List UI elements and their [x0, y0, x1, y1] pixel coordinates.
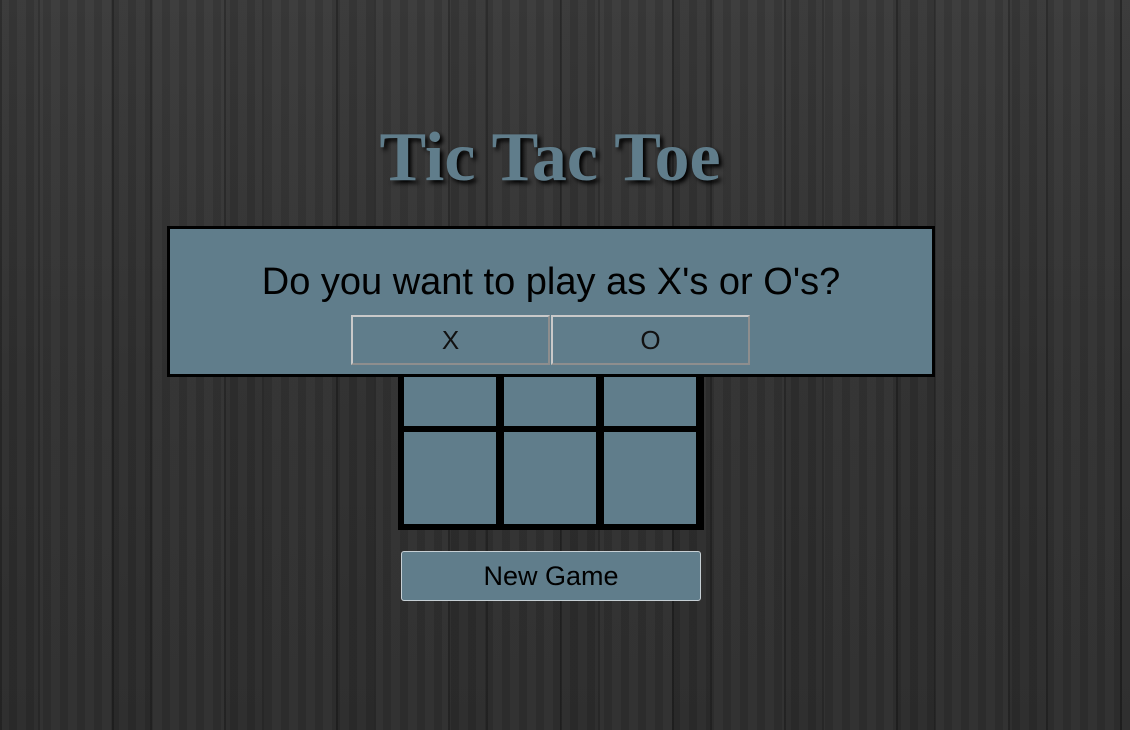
play-as-x-button[interactable]: X: [351, 315, 550, 365]
choose-side-question: Do you want to play as X's or O's?: [261, 261, 841, 303]
board-cell-5[interactable]: [504, 432, 596, 524]
play-as-o-button[interactable]: O: [551, 315, 750, 365]
game-title: Tic Tac Toe: [379, 119, 721, 196]
choose-side-dialog: Do you want to play as X's or O's? X O: [167, 226, 935, 377]
board-cell-6[interactable]: [604, 432, 696, 524]
board-cell-4[interactable]: [404, 432, 496, 524]
new-game-button[interactable]: New Game: [401, 551, 701, 601]
page-background: { "title": "Tic Tac Toe", "prompt": { "q…: [0, 0, 1130, 730]
